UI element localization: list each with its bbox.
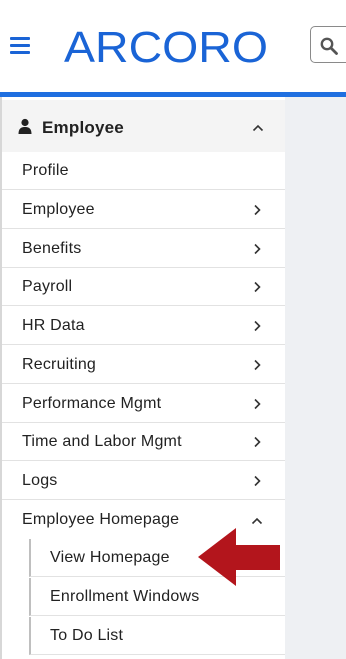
sidebar-item-logs[interactable]: Logs (2, 462, 285, 500)
sidebar-item-label: Profile (22, 162, 69, 179)
submenu-item-label: Enrollment Windows (50, 588, 200, 605)
sidebar-item-benefits[interactable]: Benefits (2, 230, 285, 268)
search-icon (320, 37, 338, 55)
chevron-right-icon (254, 398, 261, 410)
chevron-right-icon (254, 475, 261, 487)
svg-text:ARCORO: ARCORO (64, 25, 268, 69)
chevron-right-icon (254, 436, 261, 448)
section-title: Employee (42, 118, 124, 137)
user-icon (18, 118, 32, 134)
chevron-right-icon (254, 243, 261, 255)
main-content-area (285, 97, 346, 659)
chevron-up-icon[interactable] (252, 124, 264, 132)
sidebar-item-label: Benefits (22, 240, 82, 257)
sidebar-item-label: Recruiting (22, 356, 97, 373)
chevron-up-icon (251, 517, 263, 525)
search-button[interactable] (310, 26, 346, 63)
sidebar-item-label: Payroll (22, 278, 73, 295)
submenu-item-to-do-list[interactable]: To Do List (29, 617, 285, 655)
sidebar-item-time-and-labor-mgmt[interactable]: Time and Labor Mgmt (2, 423, 285, 461)
chevron-right-icon (254, 281, 261, 293)
chevron-right-icon (254, 359, 261, 371)
arcoro-logo[interactable]: ARCORO (64, 25, 270, 69)
app-header: ARCORO (0, 0, 346, 92)
sidebar-item-label: Performance Mgmt (22, 395, 162, 412)
sidebar-item-label: Time and Labor Mgmt (22, 433, 182, 450)
section-header-employee[interactable]: Employee (2, 100, 285, 152)
sidebar-item-recruiting[interactable]: Recruiting (2, 346, 285, 384)
sidebar-item-label: HR Data (22, 317, 85, 334)
sidebar-item-label: Employee Homepage (22, 511, 180, 528)
sidebar-item-label: Logs (22, 472, 58, 489)
hamburger-icon[interactable] (10, 37, 30, 54)
chevron-right-icon (254, 204, 261, 216)
sidebar-item-employee[interactable]: Employee (2, 191, 285, 229)
sidebar-item-profile[interactable]: Profile (2, 152, 285, 190)
sidebar-item-label: Employee (22, 201, 95, 218)
sidebar-item-performance-mgmt[interactable]: Performance Mgmt (2, 385, 285, 423)
submenu-item-label: To Do List (50, 627, 124, 644)
sidebar-item-hr-data[interactable]: HR Data (2, 307, 285, 345)
chevron-right-icon (254, 320, 261, 332)
submenu-item-label: View Homepage (50, 549, 170, 566)
pointer-arrow-icon (198, 528, 280, 586)
sidebar-item-payroll[interactable]: Payroll (2, 268, 285, 306)
